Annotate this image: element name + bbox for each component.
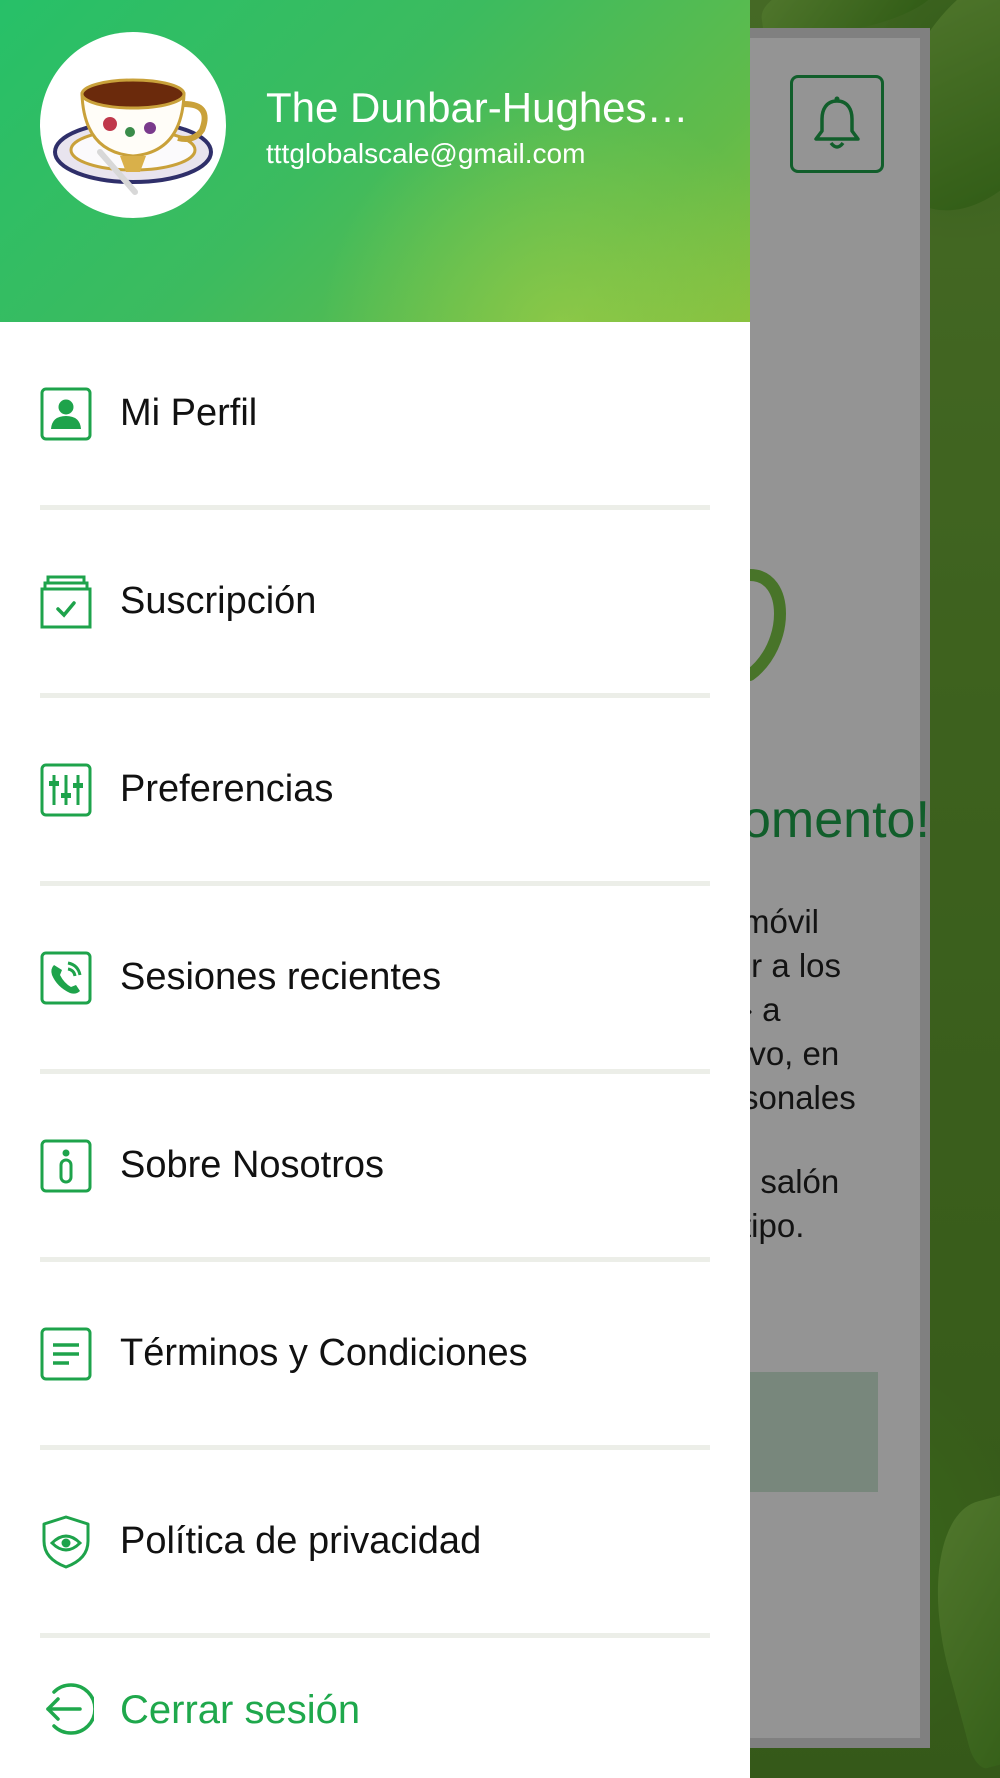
menu-item-label: Sobre Nosotros — [120, 1144, 385, 1186]
teacup-avatar — [53, 78, 213, 195]
menu-item-suscripcion[interactable]: Suscripción — [0, 510, 750, 698]
menu-item-label: Términos y Condiciones — [120, 1332, 528, 1374]
user-name: The Dunbar-Hughes… — [266, 84, 689, 131]
menu-item-sesiones-recientes[interactable]: Sesiones recientes — [0, 886, 750, 1074]
document-lines-icon — [40, 1327, 92, 1381]
divider — [40, 1633, 710, 1638]
menu-item-preferencias[interactable]: Preferencias — [0, 698, 750, 886]
subscription-icon — [40, 575, 92, 629]
menu-item-label: Mi Perfil — [120, 392, 258, 434]
menu-item-label: Política de privacidad — [120, 1520, 482, 1562]
menu-item-politica-privacidad[interactable]: Política de privacidad — [0, 1450, 750, 1638]
info-icon — [40, 1139, 92, 1193]
menu-item-label: Preferencias — [120, 768, 334, 810]
menu-item-sobre-nosotros[interactable]: Sobre Nosotros — [0, 1074, 750, 1262]
navigation-drawer: The Dunbar-Hughes… tttglobalscale@gmail.… — [0, 0, 750, 1778]
privacy-shield-eye-icon — [42, 1515, 90, 1569]
preferences-sliders-icon — [40, 763, 92, 817]
user-email: tttglobalscale@gmail.com — [266, 138, 586, 169]
menu-item-terminos-condiciones[interactable]: Términos y Condiciones — [0, 1262, 750, 1450]
profile-icon — [40, 387, 92, 441]
phone-call-icon — [40, 951, 92, 1005]
menu-item-label: Suscripción — [120, 580, 317, 622]
drawer-menu: Mi Perfil Suscripción Preferencias Sesio… — [0, 322, 750, 1638]
logout-label: Cerrar sesión — [120, 1688, 361, 1732]
menu-item-label: Sesiones recientes — [120, 956, 442, 998]
logout-arrow-icon — [46, 1683, 94, 1735]
avatar[interactable] — [40, 32, 226, 218]
drawer-header: The Dunbar-Hughes… tttglobalscale@gmail.… — [0, 0, 750, 322]
logout-button[interactable]: Cerrar sesión — [0, 1640, 750, 1778]
menu-item-mi-perfil[interactable]: Mi Perfil — [0, 322, 750, 510]
